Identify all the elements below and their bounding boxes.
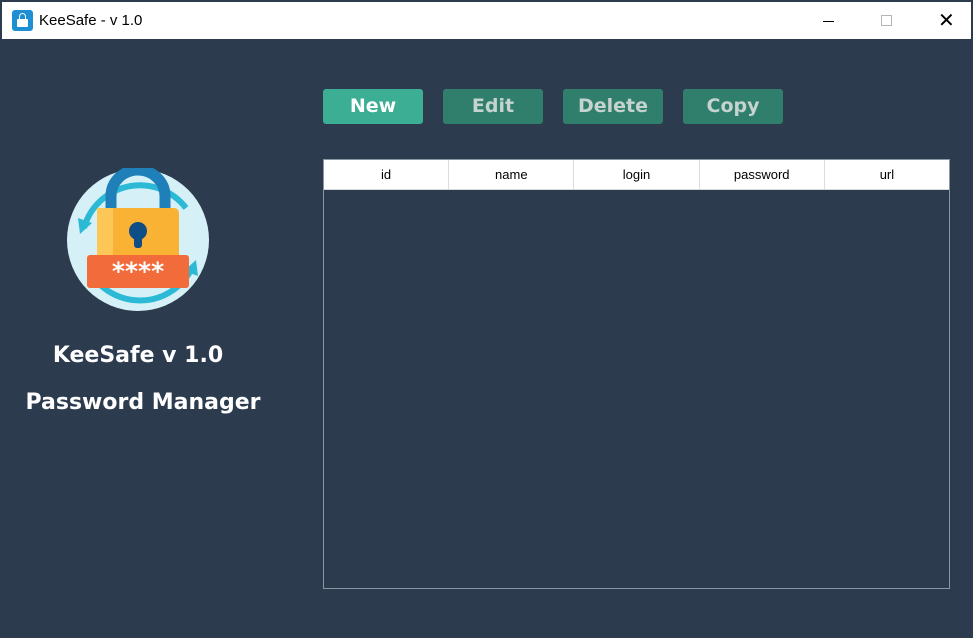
app-subtitle: Password Manager [25, 390, 261, 415]
maximize-button[interactable] [858, 4, 916, 39]
delete-button[interactable]: Delete [563, 89, 663, 124]
app-lock-icon [12, 10, 33, 31]
close-button[interactable]: ✕ [916, 4, 973, 39]
app-name: KeeSafe v 1.0 [52, 343, 224, 368]
padlock-password-icon: **** [67, 168, 209, 311]
edit-button[interactable]: Edit [443, 89, 543, 124]
window-title: KeeSafe - v 1.0 [39, 12, 143, 29]
column-header-url[interactable]: url [825, 160, 949, 189]
minimize-button[interactable] [800, 4, 858, 39]
maximize-icon [881, 15, 892, 26]
new-button[interactable]: New [323, 89, 423, 124]
column-header-password[interactable]: password [700, 160, 825, 189]
credentials-table[interactable]: id name login password url [323, 159, 950, 589]
copy-button[interactable]: Copy [683, 89, 783, 124]
app-window: KeeSafe - v 1.0 ✕ New Edit Delete Copy *… [0, 0, 973, 638]
column-header-login[interactable]: login [574, 160, 700, 189]
close-icon: ✕ [938, 8, 955, 32]
column-header-id[interactable]: id [324, 160, 450, 189]
minimize-icon [823, 21, 834, 22]
column-header-name[interactable]: name [449, 160, 575, 189]
masked-password-text: **** [112, 257, 164, 286]
table-header: id name login password url [324, 160, 949, 190]
title-bar[interactable]: KeeSafe - v 1.0 ✕ [0, 0, 973, 39]
